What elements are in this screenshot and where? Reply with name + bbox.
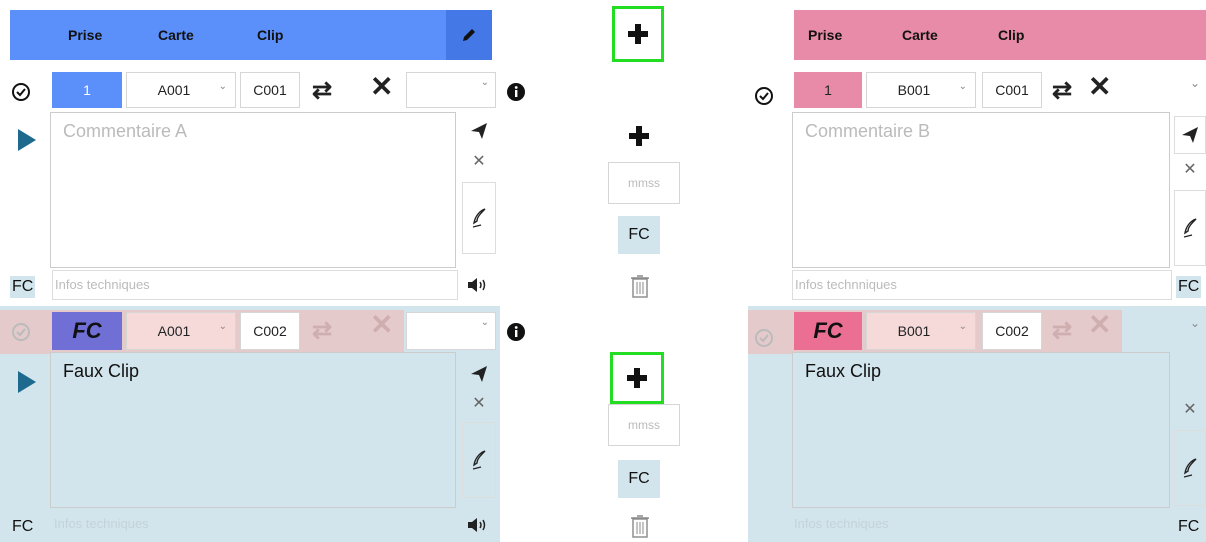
carte-value: B001 (897, 82, 931, 98)
comment-area-b2[interactable]: Faux Clip (792, 352, 1170, 508)
header-clip-label: Clip (257, 27, 284, 43)
quill-icon (1183, 218, 1197, 238)
speaker-icon[interactable] (466, 276, 488, 294)
edit-button[interactable] (446, 10, 492, 60)
clip-field-b1[interactable]: C001 (982, 72, 1042, 108)
prise-field-b1[interactable]: 1 (794, 72, 862, 108)
quill-icon (1183, 458, 1197, 478)
prise-field-b2[interactable]: FC (794, 312, 862, 350)
check-circle-icon[interactable] (754, 328, 774, 348)
plus-icon (628, 24, 648, 44)
carte-value: A001 (157, 82, 191, 98)
header-b: Prise Carte Clip (794, 10, 1206, 60)
swap-icon[interactable]: ⇄ (312, 76, 332, 105)
infos-techniques-a2[interactable]: Infos techniques (52, 510, 458, 540)
add-take-button-top[interactable] (612, 6, 664, 62)
send-button-b1[interactable] (1174, 116, 1206, 154)
header-a: Prise Carte Clip (10, 10, 492, 60)
quill-icon (472, 208, 486, 228)
comment-area-b1[interactable]: Commentaire B (792, 112, 1170, 268)
signature-button-a2[interactable] (462, 422, 496, 498)
header-carte-label: Carte (158, 27, 194, 43)
comment-area-a1[interactable]: Commentaire A (50, 112, 456, 268)
chevron-down-icon: ⌄ (480, 77, 489, 88)
swap-icon[interactable]: ⇄ (1052, 76, 1072, 105)
fc-label-b2[interactable]: FC (1176, 516, 1202, 538)
pencil-icon (463, 29, 475, 41)
clip-field-a2[interactable]: C002 (240, 312, 300, 350)
check-circle-icon[interactable] (11, 322, 31, 342)
play-icon[interactable] (17, 128, 37, 152)
fc-label-b1[interactable]: FC (1176, 276, 1202, 298)
close-icon[interactable]: ✕ (1088, 308, 1111, 341)
chevron-down-icon: ⌄ (218, 321, 227, 332)
infos-techniques-b2[interactable]: Infos techniques (792, 510, 1172, 540)
time-input-2[interactable]: mmss (608, 404, 680, 446)
clip-field-a1[interactable]: C001 (240, 72, 300, 108)
check-circle-icon[interactable] (754, 86, 774, 106)
prise-field-a2[interactable]: FC (52, 312, 122, 350)
clear-button-a1[interactable]: ✕ (462, 146, 496, 176)
send-button-a1[interactable] (462, 116, 496, 146)
speaker-icon[interactable] (466, 516, 488, 534)
clear-button-b1[interactable]: ✕ (1174, 154, 1206, 184)
chevron-down-icon: ⌄ (958, 81, 967, 92)
trash-icon[interactable] (630, 514, 650, 538)
carte-select-b2[interactable]: B001 ⌄ (866, 312, 976, 350)
carte-value: B001 (897, 323, 931, 339)
trash-icon[interactable] (630, 274, 650, 298)
info-icon[interactable] (506, 322, 526, 342)
fc-label-a1[interactable]: FC (10, 276, 36, 298)
add-take-button[interactable] (610, 352, 664, 404)
clear-button-b2[interactable]: ✕ (1174, 394, 1206, 424)
close-icon[interactable]: ✕ (370, 308, 393, 341)
plus-icon (627, 368, 647, 388)
close-icon[interactable]: ✕ (370, 70, 393, 103)
signature-button-b2[interactable] (1174, 430, 1206, 506)
quill-icon (472, 450, 486, 470)
signature-button-a1[interactable] (462, 182, 496, 254)
info-icon[interactable] (506, 82, 526, 102)
swap-icon[interactable]: ⇄ (312, 316, 332, 345)
chevron-down-icon: ⌄ (480, 317, 489, 328)
fc-button-center-2[interactable]: FC (618, 460, 660, 498)
comment-area-a2[interactable]: Faux Clip (50, 352, 456, 508)
close-icon[interactable]: ✕ (1088, 70, 1111, 103)
chevron-down-icon[interactable]: ⌄ (1190, 76, 1200, 90)
paper-plane-icon (471, 123, 487, 139)
swap-icon[interactable]: ⇄ (1052, 316, 1072, 345)
paper-plane-icon (1182, 127, 1198, 143)
chevron-down-icon: ⌄ (218, 81, 227, 92)
carte-select-a1[interactable]: A001 ⌄ (126, 72, 236, 108)
paper-plane-icon (471, 366, 487, 382)
check-circle-icon[interactable] (11, 82, 31, 102)
clear-button-a2[interactable]: ✕ (462, 388, 496, 418)
time-input-1[interactable]: mmss (608, 162, 680, 204)
chevron-down-icon: ⌄ (958, 321, 967, 332)
play-icon[interactable] (17, 370, 37, 394)
plus-icon[interactable] (627, 124, 651, 148)
carte-select-a2[interactable]: A001 ⌄ (126, 312, 236, 350)
header-carte-label-b: Carte (902, 27, 938, 43)
fc-label-a2[interactable]: FC (10, 516, 35, 538)
status-select-a1[interactable]: ⌄ (406, 72, 496, 108)
send-button-a2[interactable] (462, 360, 496, 388)
status-select-a2[interactable]: ⌄ (406, 312, 496, 350)
header-prise-label-b: Prise (808, 27, 843, 43)
carte-value: A001 (157, 323, 191, 339)
infos-techniques-b1[interactable]: Infos technniques (792, 270, 1172, 300)
infos-techniques-a1[interactable]: Infos techniques (52, 270, 458, 300)
header-clip-label-b: Clip (998, 27, 1025, 43)
carte-select-b1[interactable]: B001 ⌄ (866, 72, 976, 108)
fc-button-center-1[interactable]: FC (618, 216, 660, 254)
chevron-down-icon[interactable]: ⌄ (1190, 316, 1200, 330)
header-prise-label: Prise (68, 27, 103, 43)
clip-field-b2[interactable]: C002 (982, 312, 1042, 350)
prise-field-a1[interactable]: 1 (52, 72, 122, 108)
signature-button-b1[interactable] (1174, 190, 1206, 266)
